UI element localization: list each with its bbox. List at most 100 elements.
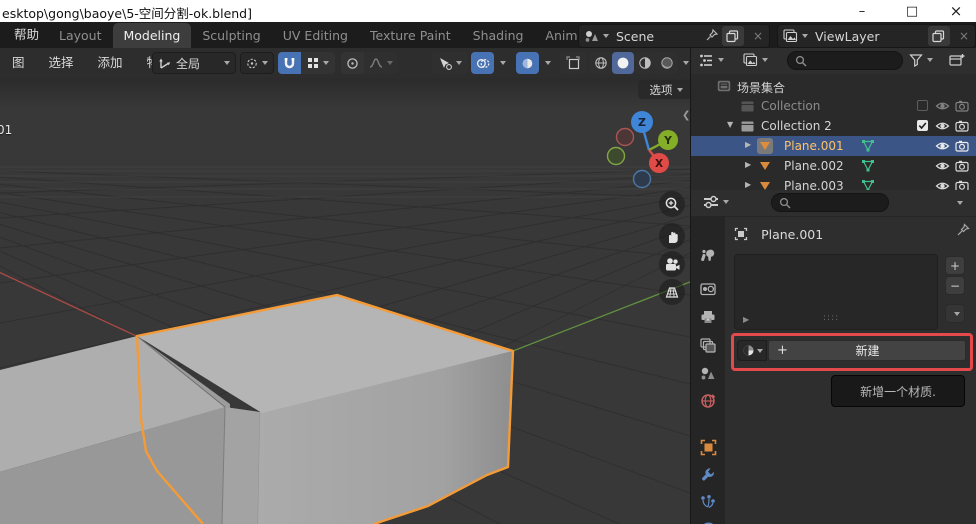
maximize-button[interactable]: □ — [892, 0, 932, 22]
collection-exclude-checkbox[interactable] — [917, 100, 928, 111]
show-gizmo-dropdown[interactable] — [432, 52, 468, 74]
material-slot-list[interactable]: ▶ :::: — [734, 254, 938, 330]
collection-exclude-checkbox[interactable] — [917, 120, 928, 131]
collapse-triangle-icon[interactable]: ▼ — [727, 120, 733, 129]
snap-toggle[interactable] — [278, 52, 301, 74]
material-slot-specials-dropdown[interactable] — [945, 304, 965, 323]
properties-editor-dropdown[interactable] — [703, 195, 729, 209]
overlays-dropdown[interactable] — [494, 52, 508, 74]
new-view-layer-button[interactable] — [928, 26, 950, 46]
image-stack-icon — [743, 53, 758, 67]
snap-target-dropdown[interactable] — [301, 52, 335, 74]
scene-icon[interactable] — [579, 29, 609, 43]
properties-search-input[interactable] — [771, 193, 889, 212]
xray-toggle[interactable] — [516, 52, 539, 74]
menu-help[interactable]: 帮助 — [8, 22, 45, 48]
outliner-filter-type-dropdown[interactable] — [743, 53, 768, 67]
outliner-search-input[interactable] — [787, 51, 903, 70]
hide-eye-icon[interactable] — [935, 120, 950, 132]
outliner-row-plane-002[interactable]: ▶ Plane.002 — [691, 156, 976, 176]
shading-dropdown[interactable] — [678, 52, 690, 74]
mesh-data-icon[interactable] — [861, 139, 875, 152]
pan-button[interactable] — [659, 223, 685, 249]
show-overlays-toggle[interactable] — [471, 52, 494, 74]
view-layer-icon[interactable] — [778, 29, 808, 43]
render-region-button[interactable] — [560, 52, 586, 74]
hide-eye-icon[interactable] — [935, 140, 950, 152]
add-material-slot-button[interactable]: + — [945, 256, 965, 275]
properties-options-dropdown[interactable] — [957, 201, 963, 205]
new-material-button[interactable]: + 新建 — [768, 340, 966, 361]
outliner-filter-dropdown[interactable] — [909, 53, 933, 67]
breadcrumb-object-name[interactable]: Plane.001 — [761, 227, 823, 242]
workspace-tab-shading[interactable]: Shading — [462, 23, 535, 48]
outliner-row-plane-001[interactable]: ▶ Plane.001 — [691, 136, 976, 156]
workspace-tab-sculpting[interactable]: Sculpting — [191, 23, 271, 48]
shading-material-button[interactable] — [634, 52, 656, 74]
close-button[interactable]: × — [936, 0, 976, 22]
scene-name[interactable]: Scene — [609, 29, 705, 44]
slot-list-expand-icon[interactable]: ▶ — [743, 315, 749, 324]
region-icon — [566, 56, 580, 70]
overlays-icon — [476, 57, 490, 70]
tab-scene[interactable] — [699, 364, 717, 382]
workspace-tab-modeling[interactable]: Modeling — [113, 23, 192, 48]
tab-particles[interactable] — [699, 493, 717, 511]
tab-modifiers[interactable] — [699, 466, 717, 484]
hide-eye-icon[interactable] — [935, 160, 950, 172]
proportional-editing-toggle[interactable] — [341, 52, 364, 74]
tab-object[interactable] — [699, 438, 717, 456]
ortho-grid-icon — [664, 285, 680, 300]
expand-triangle-icon[interactable]: ▶ — [745, 160, 751, 169]
disable-render-camera-icon[interactable] — [955, 160, 969, 172]
zoom-button[interactable] — [659, 191, 685, 217]
xray-dropdown[interactable] — [539, 52, 553, 74]
tab-output[interactable] — [699, 308, 717, 326]
disable-render-camera-icon[interactable] — [955, 140, 969, 152]
perspective-toggle-button[interactable] — [659, 279, 685, 305]
shading-rendered-button[interactable] — [656, 52, 678, 74]
workspace-tab-texture-paint[interactable]: Texture Paint — [359, 23, 462, 48]
browse-material-dropdown[interactable] — [737, 340, 767, 361]
proportional-falloff-dropdown[interactable] — [364, 52, 398, 74]
outliner-display-mode-dropdown[interactable] — [699, 53, 724, 67]
shading-solid-button[interactable] — [612, 52, 634, 74]
outliner-row-collection[interactable]: Collection — [691, 96, 976, 116]
tab-world[interactable] — [699, 392, 717, 410]
hide-eye-icon[interactable] — [935, 100, 950, 112]
resize-grip-icon[interactable]: :::: — [823, 313, 839, 323]
tab-view-layer[interactable] — [699, 336, 717, 354]
new-collection-button[interactable] — [949, 53, 965, 72]
unlink-scene-icon[interactable]: × — [747, 29, 769, 43]
scene-selector[interactable]: Scene × — [578, 24, 770, 48]
menu-select[interactable]: 选择 — [37, 48, 86, 78]
menu-add[interactable]: 添加 — [86, 48, 135, 78]
view-layer-selector[interactable]: ViewLayer × — [777, 24, 976, 48]
disable-render-camera-icon[interactable] — [955, 120, 969, 132]
workspace-tab-layout[interactable]: Layout — [48, 23, 113, 48]
pivot-point-dropdown[interactable] — [240, 52, 274, 74]
navigation-gizmo[interactable]: Z Y X — [598, 95, 690, 195]
remove-material-slot-button[interactable]: − — [945, 276, 965, 295]
tab-render[interactable] — [699, 280, 717, 298]
tab-tool[interactable] — [699, 246, 717, 264]
viewport-3d[interactable]: 01 选项 ❮ Z Y X — [0, 78, 690, 524]
transform-orientation-dropdown[interactable]: 全局 — [152, 52, 236, 74]
mesh-data-icon[interactable] — [861, 159, 875, 172]
outliner-row-collection-2[interactable]: ▼ Collection 2 — [691, 116, 976, 136]
expand-triangle-icon[interactable]: ▶ — [745, 140, 751, 149]
remove-view-layer-icon[interactable]: × — [953, 29, 975, 43]
minimize-button[interactable]: – — [842, 0, 882, 22]
menu-view[interactable]: 图 — [0, 48, 37, 78]
pin-icon[interactable] — [956, 223, 970, 237]
new-scene-button[interactable] — [722, 26, 744, 46]
outliner-row-scene-collection[interactable]: 场景集合 — [691, 76, 976, 96]
workspace-tab-uv-editing[interactable]: UV Editing — [272, 23, 359, 48]
pin-icon[interactable] — [705, 28, 719, 45]
expand-triangle-icon[interactable]: ▶ — [745, 180, 751, 189]
camera-view-button[interactable] — [659, 251, 685, 277]
shading-wireframe-button[interactable] — [590, 52, 612, 74]
disable-render-camera-icon[interactable] — [955, 100, 969, 112]
falloff-curve-icon — [369, 57, 383, 69]
view-layer-name[interactable]: ViewLayer — [808, 29, 925, 44]
